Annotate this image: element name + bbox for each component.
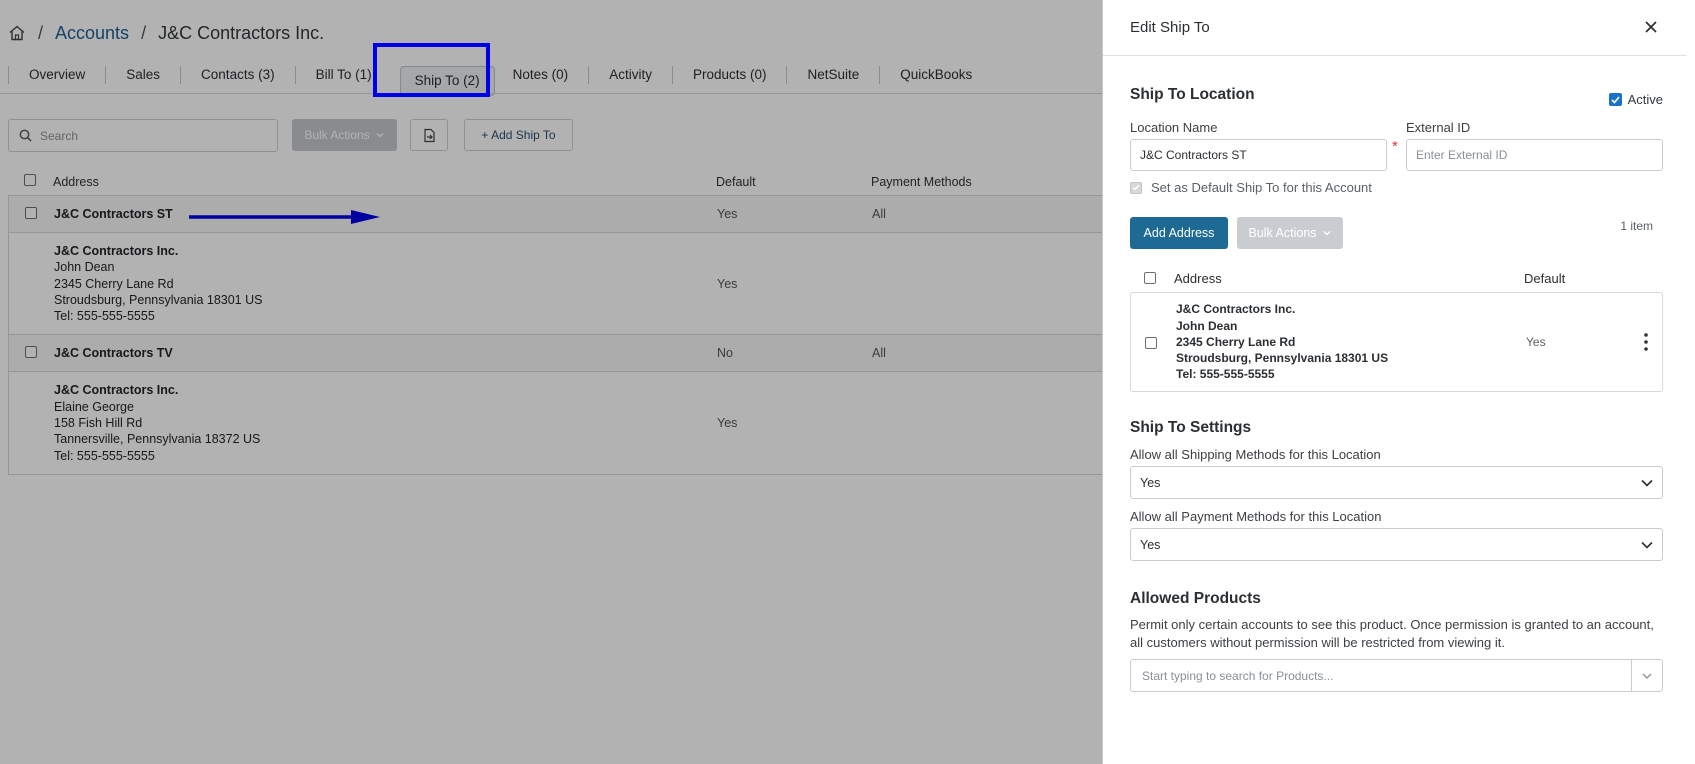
- annotation-highlight-box: [373, 43, 490, 97]
- address-checkbox[interactable]: [1145, 337, 1157, 349]
- payment-methods-label: Allow all Payment Methods for this Locat…: [1130, 509, 1382, 524]
- item-count: 1 item: [1620, 219, 1653, 233]
- shipping-methods-select[interactable]: Yes: [1130, 466, 1663, 499]
- address-table-header: Address Default: [1130, 268, 1663, 288]
- select-all-address-checkbox[interactable]: [1144, 272, 1156, 284]
- address-default: Yes: [1526, 335, 1546, 349]
- column-address: Address: [1174, 270, 1222, 286]
- column-default: Default: [1524, 270, 1566, 286]
- more-options-icon[interactable]: [1644, 333, 1648, 351]
- shipping-methods-value: Yes: [1140, 475, 1161, 490]
- address-lines: J&C Contractors Inc. John Dean 2345 Cher…: [1176, 301, 1526, 382]
- combobox-toggle[interactable]: [1631, 660, 1662, 691]
- section-ship-to-settings: Ship To Settings: [1130, 419, 1252, 436]
- external-id-placeholder: Enter External ID: [1416, 148, 1508, 162]
- allowed-products-description: Permit only certain accounts to see this…: [1130, 617, 1654, 650]
- location-name-label: Location Name: [1130, 120, 1218, 135]
- default-ship-to-checkbox[interactable]: Set as Default Ship To for this Account: [1130, 180, 1372, 195]
- section-ship-to-location: Ship To Location: [1130, 86, 1255, 103]
- external-id-label: External ID: [1406, 120, 1471, 135]
- address-line: John Dean: [1176, 318, 1238, 333]
- close-icon[interactable]: [1641, 17, 1661, 37]
- chevron-down-icon: [1323, 231, 1331, 236]
- address-line: Stroudsburg, Pennsylvania 18301 US: [1176, 351, 1389, 366]
- panel-title: Edit Ship To: [1130, 19, 1210, 36]
- section-allowed-products: Allowed Products: [1130, 590, 1261, 607]
- products-search-placeholder: Start typing to search for Products...: [1142, 668, 1334, 683]
- panel-header: Edit Ship To: [1103, 0, 1687, 56]
- active-checkbox[interactable]: Active: [1608, 92, 1663, 107]
- chevron-down-icon: [1642, 673, 1652, 679]
- modal-backdrop[interactable]: [0, 0, 1102, 764]
- checkbox-checked-icon: [1608, 93, 1622, 106]
- location-name-field[interactable]: J&C Contractors ST: [1130, 139, 1387, 171]
- edit-ship-to-panel: Edit Ship To Ship To Location Active Loc…: [1102, 0, 1687, 764]
- add-address-button[interactable]: Add Address: [1130, 217, 1228, 249]
- chevron-down-icon: [1641, 541, 1653, 549]
- chevron-down-icon: [1641, 479, 1653, 487]
- address-line: 2345 Cherry Lane Rd: [1176, 334, 1296, 349]
- bulk-actions-label: Bulk Actions: [1248, 226, 1317, 240]
- checkbox-disabled-icon: [1130, 181, 1142, 194]
- address-card: J&C Contractors Inc. John Dean 2345 Cher…: [1130, 292, 1663, 392]
- payment-methods-select[interactable]: Yes: [1130, 528, 1663, 561]
- location-name-value: J&C Contractors ST: [1140, 148, 1247, 162]
- active-label: Active: [1627, 92, 1663, 107]
- payment-methods-value: Yes: [1140, 537, 1161, 552]
- shipping-methods-label: Allow all Shipping Methods for this Loca…: [1130, 447, 1381, 462]
- external-id-field[interactable]: Enter External ID: [1406, 139, 1663, 171]
- address-line: Tel: 555-555-5555: [1176, 367, 1275, 382]
- products-search-combobox[interactable]: Start typing to search for Products...: [1130, 659, 1663, 692]
- default-ship-to-label: Set as Default Ship To for this Account: [1151, 180, 1372, 195]
- required-indicator: *: [1392, 138, 1398, 155]
- address-bulk-actions-button[interactable]: Bulk Actions: [1237, 217, 1343, 249]
- address-line: J&C Contractors Inc.: [1176, 302, 1296, 317]
